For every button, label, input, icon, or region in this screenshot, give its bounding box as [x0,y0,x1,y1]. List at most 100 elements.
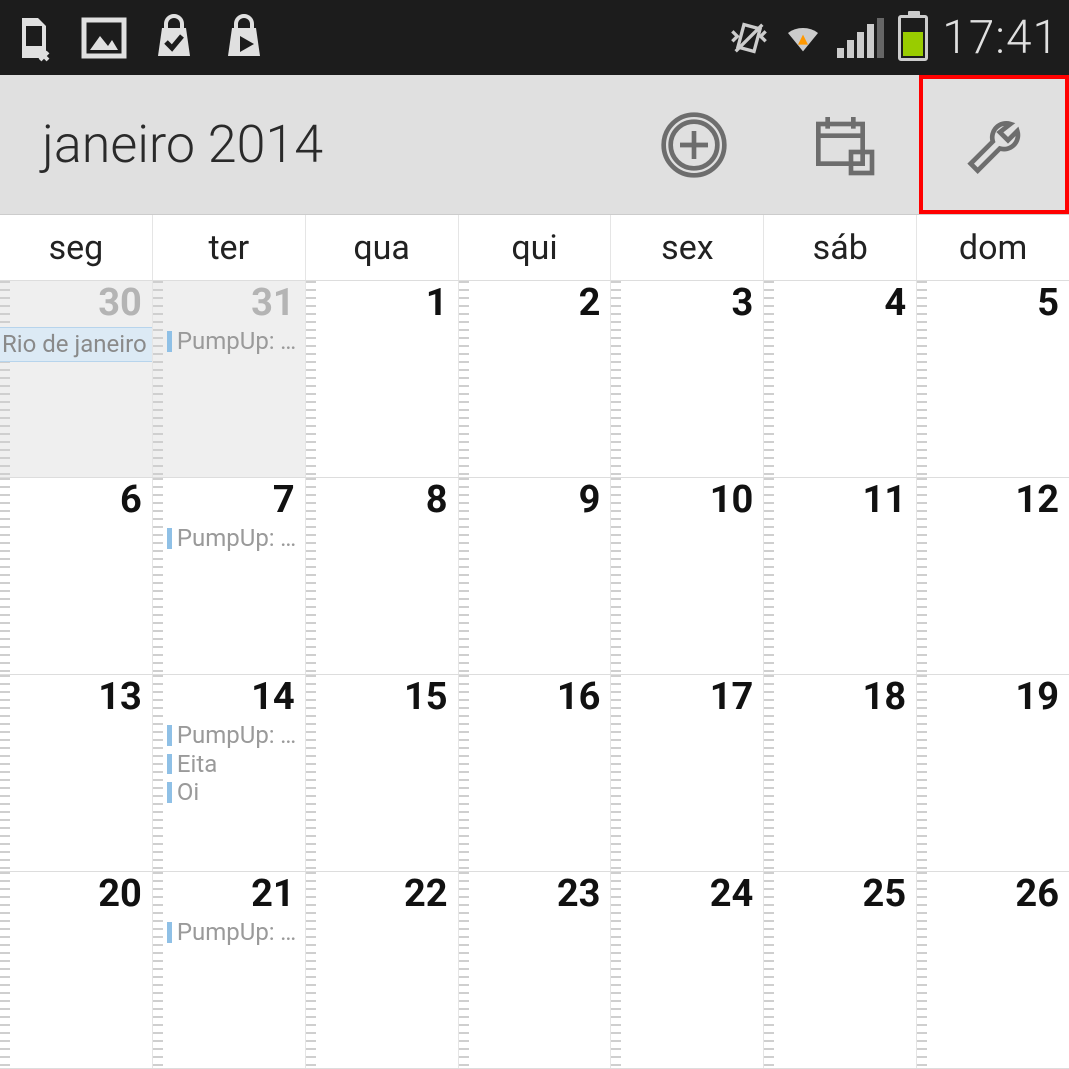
calendar-day[interactable]: 1 [305,281,458,477]
calendar-day[interactable]: 22 [305,872,458,1068]
calendar-day[interactable]: 2 [458,281,611,477]
day-number: 15 [306,677,452,719]
day-ruler [0,675,10,871]
calendar-day[interactable]: 10 [610,478,763,674]
day-ruler [306,675,316,871]
picture-icon [80,14,128,62]
day-ruler [306,281,316,477]
shopping-check-icon [150,14,198,62]
day-number: 24 [611,874,757,916]
calendar-day[interactable]: 5 [916,281,1069,477]
day-number: 30 [0,283,146,325]
calendar-day[interactable]: 30Rio de janeiro [0,281,152,477]
calendar-day[interactable]: 26 [916,872,1069,1068]
weekday-label: qui [458,215,611,280]
calendar-event[interactable]: PumpUp: Tot… [167,721,299,750]
day-ruler [611,675,621,871]
day-ruler [153,478,163,674]
calendar-event[interactable]: PumpUp: Tot… [167,918,299,947]
day-ruler [917,281,927,477]
day-number: 13 [0,677,146,719]
day-number: 6 [0,480,146,522]
weekday-header: segterquaquisexsábdom [0,215,1069,281]
calendar-grid: 30Rio de janeiro31PumpUp: Tot…1234567Pum… [0,281,1069,1069]
app-header: janeiro 2014 [0,75,1069,215]
day-number: 9 [459,480,605,522]
calendar-day[interactable]: 8 [305,478,458,674]
day-ruler [764,675,774,871]
calendar-day[interactable]: 4 [763,281,916,477]
calendar-day[interactable]: 20 [0,872,152,1068]
day-number: 26 [917,874,1063,916]
signal-icon [837,18,884,58]
day-ruler [306,872,316,1068]
calendar-week: 1314PumpUp: Tot…EitaOi1516171819 [0,675,1069,872]
day-number: 25 [764,874,910,916]
calendar-day[interactable]: 6 [0,478,152,674]
add-event-button[interactable] [619,75,769,214]
wifi-icon [783,18,823,58]
day-ruler [611,281,621,477]
day-ruler [917,872,927,1068]
calendar-day[interactable]: 18 [763,675,916,871]
day-ruler [153,281,163,477]
day-number: 4 [764,283,910,325]
calendar-week: 2021PumpUp: Tot…2223242526 [0,872,1069,1069]
status-left [10,14,268,62]
calendar-day[interactable]: 24 [610,872,763,1068]
day-ruler [611,478,621,674]
day-ruler [306,478,316,674]
month-title[interactable]: janeiro 2014 [42,114,619,175]
plus-circle-icon [659,110,729,180]
calendar-day[interactable]: 3 [610,281,763,477]
play-store-icon [220,14,268,62]
calendar-day[interactable]: 31PumpUp: Tot… [152,281,305,477]
weekday-label: sáb [763,215,916,280]
day-number: 22 [306,874,452,916]
calendar-day[interactable]: 13 [0,675,152,871]
day-events: PumpUp: Tot… [153,918,299,947]
weekday-label: ter [152,215,305,280]
calendar-week: 67PumpUp: Tot…89101112 [0,478,1069,675]
calendar-day[interactable]: 19 [916,675,1069,871]
day-number: 14 [153,677,299,719]
day-events: Rio de janeiro [0,327,146,362]
day-ruler [764,872,774,1068]
day-number: 31 [153,283,299,325]
sim-error-icon [10,14,58,62]
status-right: 17:41 [729,11,1059,65]
status-clock: 17:41 [942,11,1059,65]
calendar-day[interactable]: 7PumpUp: Tot… [152,478,305,674]
calendar-day[interactable]: 14PumpUp: Tot…EitaOi [152,675,305,871]
calendar-day[interactable]: 23 [458,872,611,1068]
day-ruler [0,872,10,1068]
calendar-day[interactable]: 25 [763,872,916,1068]
calendar-event[interactable]: Eita [167,750,299,779]
calendar-day[interactable]: 21PumpUp: Tot… [152,872,305,1068]
status-bar: 17:41 [0,0,1069,75]
calendar-day[interactable]: 15 [305,675,458,871]
calendar-day[interactable]: 12 [916,478,1069,674]
day-events: PumpUp: Tot… [153,327,299,356]
calendar-event[interactable]: Oi [167,778,299,807]
day-number: 17 [611,677,757,719]
day-ruler [153,675,163,871]
calendar-day[interactable]: 17 [610,675,763,871]
settings-button[interactable] [919,75,1069,214]
day-ruler [459,872,469,1068]
calendar-event[interactable]: PumpUp: Tot… [167,327,299,356]
day-ruler [0,478,10,674]
day-ruler [459,281,469,477]
calendar-day[interactable]: 9 [458,478,611,674]
calendar-day[interactable]: 11 [763,478,916,674]
calendar-event[interactable]: Rio de janeiro [0,327,152,362]
calendar-day[interactable]: 16 [458,675,611,871]
wrench-icon [959,110,1029,180]
weekday-label: dom [916,215,1069,280]
day-events: PumpUp: Tot…EitaOi [153,721,299,807]
today-button[interactable] [769,75,919,214]
day-ruler [459,675,469,871]
calendar-week: 30Rio de janeiro31PumpUp: Tot…12345 [0,281,1069,478]
calendar-event[interactable]: PumpUp: Tot… [167,524,299,553]
day-ruler [917,478,927,674]
